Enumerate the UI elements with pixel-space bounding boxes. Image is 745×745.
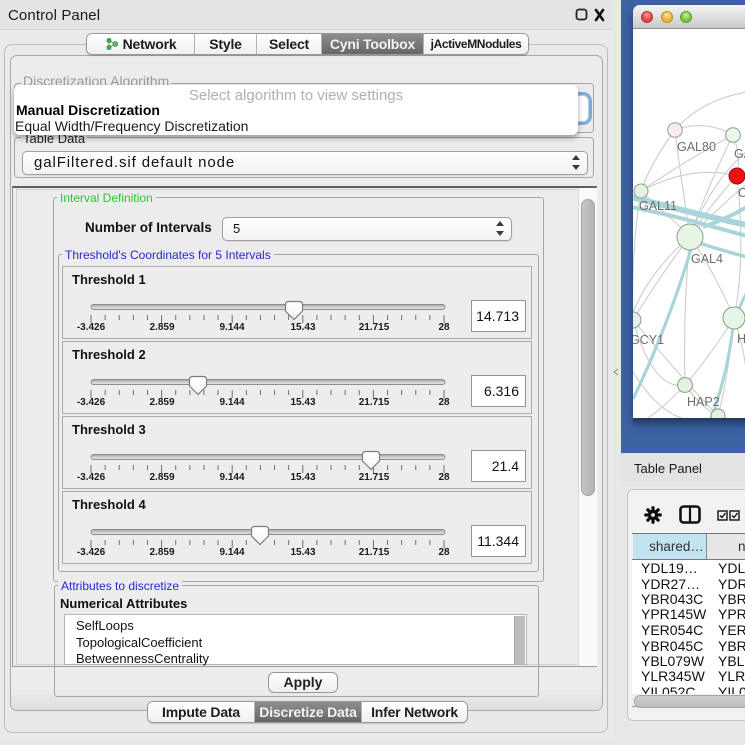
svg-text:C: C xyxy=(738,186,745,200)
svg-text:GAL4: GAL4 xyxy=(691,252,723,266)
svg-text:GCY1: GCY1 xyxy=(633,333,664,347)
svg-text:GAL80: GAL80 xyxy=(677,140,716,154)
svg-text:GAL11: GAL11 xyxy=(639,199,677,213)
svg-text:HAP2: HAP2 xyxy=(687,395,720,409)
svg-text:GA: GA xyxy=(734,147,745,161)
svg-text:H: H xyxy=(737,332,745,346)
